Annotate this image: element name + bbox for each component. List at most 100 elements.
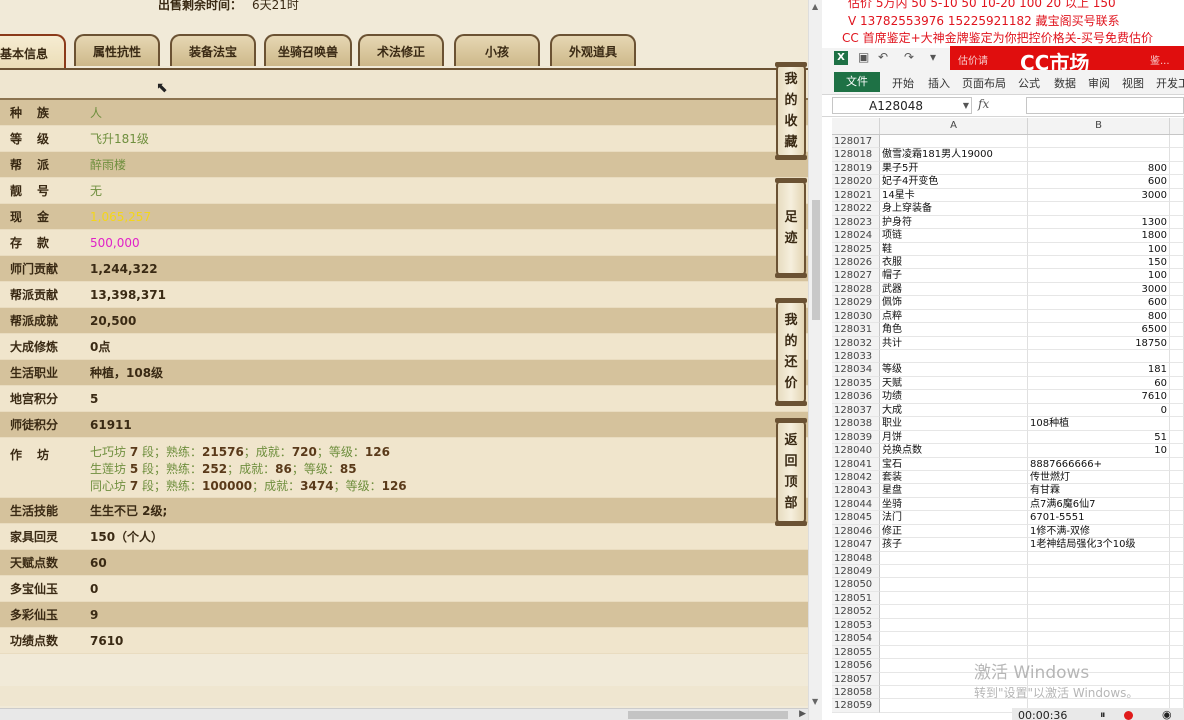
- cell-b[interactable]: 传世燃灯: [1028, 470, 1170, 485]
- cell-b[interactable]: 3000: [1028, 188, 1170, 203]
- cell-c[interactable]: [1170, 605, 1184, 619]
- cell-b[interactable]: 60: [1028, 376, 1170, 391]
- row-number[interactable]: 128055: [832, 645, 880, 660]
- cell-b[interactable]: [1028, 632, 1170, 646]
- row-number[interactable]: 128049: [832, 565, 880, 579]
- cell-c[interactable]: [1170, 242, 1184, 256]
- row-number[interactable]: 128020: [832, 175, 880, 189]
- cell-a[interactable]: 护身符: [880, 215, 1028, 230]
- cell-b[interactable]: 有甘霖: [1028, 484, 1170, 498]
- cell-a[interactable]: 衣服: [880, 255, 1028, 270]
- row-number[interactable]: 128026: [832, 255, 880, 270]
- function-icon[interactable]: fx: [978, 97, 989, 111]
- cell-a[interactable]: 帽子: [880, 269, 1028, 283]
- cell-a[interactable]: 等级: [880, 363, 1028, 377]
- record-icon[interactable]: [1124, 711, 1133, 720]
- camera-icon[interactable]: ◉: [1162, 708, 1172, 720]
- cell-c[interactable]: [1170, 403, 1184, 418]
- cell-b[interactable]: [1028, 135, 1170, 149]
- cell-b[interactable]: [1028, 578, 1170, 592]
- cell-b[interactable]: 150: [1028, 255, 1170, 270]
- cell-b[interactable]: 100: [1028, 269, 1170, 283]
- cell-b[interactable]: 10: [1028, 444, 1170, 458]
- row-number[interactable]: 128024: [832, 229, 880, 243]
- scroll-right-icon[interactable]: ▶: [799, 709, 806, 719]
- cell-c[interactable]: [1170, 255, 1184, 270]
- cell-c[interactable]: [1170, 457, 1184, 471]
- row-number[interactable]: 128037: [832, 403, 880, 418]
- row-number[interactable]: 128058: [832, 685, 880, 700]
- cell-b[interactable]: 6701-5551: [1028, 511, 1170, 525]
- cell-a[interactable]: 坐骑: [880, 497, 1028, 512]
- cell-a[interactable]: 项链: [880, 229, 1028, 243]
- scroll-up-icon[interactable]: ▲: [812, 2, 818, 11]
- ribbon-tab-3[interactable]: 公式: [1018, 75, 1040, 91]
- cell-a[interactable]: 佩饰: [880, 296, 1028, 310]
- cell-b[interactable]: 181: [1028, 363, 1170, 377]
- row-number[interactable]: 128053: [832, 618, 880, 633]
- cell-a[interactable]: 点粹: [880, 309, 1028, 324]
- row-number[interactable]: 128032: [832, 336, 880, 350]
- row-number[interactable]: 128019: [832, 161, 880, 176]
- cell-a[interactable]: 鞋: [880, 242, 1028, 256]
- cell-b[interactable]: [1028, 618, 1170, 633]
- cell-c[interactable]: [1170, 565, 1184, 579]
- row-number[interactable]: 128054: [832, 632, 880, 646]
- cell-b[interactable]: 点7满6魔6仙7: [1028, 497, 1170, 512]
- cell-a[interactable]: [880, 632, 1028, 646]
- cell-b[interactable]: [1028, 148, 1170, 162]
- cell-c[interactable]: [1170, 135, 1184, 149]
- cell-c[interactable]: [1170, 161, 1184, 176]
- cell-a[interactable]: 功绩: [880, 390, 1028, 404]
- cell-b[interactable]: 1老神结局强化3个10级: [1028, 538, 1170, 552]
- cell-a[interactable]: 妃子4开变色: [880, 175, 1028, 189]
- row-number[interactable]: 128045: [832, 511, 880, 525]
- cell-c[interactable]: [1170, 578, 1184, 592]
- cell-b[interactable]: 18750: [1028, 336, 1170, 350]
- row-number[interactable]: 128022: [832, 202, 880, 216]
- cell-c[interactable]: [1170, 390, 1184, 404]
- tab-5[interactable]: 小孩: [454, 34, 540, 66]
- cell-c[interactable]: [1170, 685, 1184, 700]
- cell-c[interactable]: [1170, 659, 1184, 673]
- row-number[interactable]: 128017: [832, 135, 880, 149]
- row-number[interactable]: 128046: [832, 524, 880, 539]
- scroll-thumb[interactable]: [812, 200, 820, 320]
- cell-c[interactable]: [1170, 538, 1184, 552]
- cell-c[interactable]: [1170, 511, 1184, 525]
- spreadsheet-grid[interactable]: A B 128017 128018 傲雪凌霜181男人19000 128019 果子5开…: [832, 118, 1184, 713]
- cell-c[interactable]: [1170, 296, 1184, 310]
- redo-icon[interactable]: ↷: [904, 50, 914, 64]
- row-number[interactable]: 128059: [832, 699, 880, 713]
- column-header-c[interactable]: [1170, 118, 1184, 134]
- cell-c[interactable]: [1170, 470, 1184, 485]
- cell-a[interactable]: [880, 565, 1028, 579]
- cell-b[interactable]: 6500: [1028, 323, 1170, 337]
- cell-b[interactable]: 8887666666+: [1028, 457, 1170, 471]
- cell-b[interactable]: 1300: [1028, 215, 1170, 230]
- row-number[interactable]: 128027: [832, 269, 880, 283]
- cell-b[interactable]: 800: [1028, 309, 1170, 324]
- row-number[interactable]: 128028: [832, 282, 880, 297]
- cell-c[interactable]: [1170, 497, 1184, 512]
- cell-a[interactable]: [880, 350, 1028, 364]
- cell-c[interactable]: [1170, 350, 1184, 364]
- select-all-corner[interactable]: [832, 118, 880, 134]
- cell-b[interactable]: 51: [1028, 430, 1170, 445]
- cell-b[interactable]: 3000: [1028, 282, 1170, 297]
- cell-c[interactable]: [1170, 148, 1184, 162]
- cell-a[interactable]: 套装: [880, 470, 1028, 485]
- tab-6[interactable]: 外观道具: [550, 34, 636, 66]
- customize-icon[interactable]: ▾: [930, 50, 936, 64]
- cell-c[interactable]: [1170, 309, 1184, 324]
- row-number[interactable]: 128047: [832, 538, 880, 552]
- cell-c[interactable]: [1170, 524, 1184, 539]
- cell-a[interactable]: [880, 699, 1028, 713]
- cell-b[interactable]: 600: [1028, 296, 1170, 310]
- formula-input[interactable]: [1026, 97, 1184, 114]
- row-number[interactable]: 128021: [832, 188, 880, 203]
- cell-b[interactable]: [1028, 605, 1170, 619]
- undo-icon[interactable]: ↶: [878, 50, 888, 64]
- cell-c[interactable]: [1170, 363, 1184, 377]
- ribbon-tab-6[interactable]: 视图: [1122, 75, 1144, 91]
